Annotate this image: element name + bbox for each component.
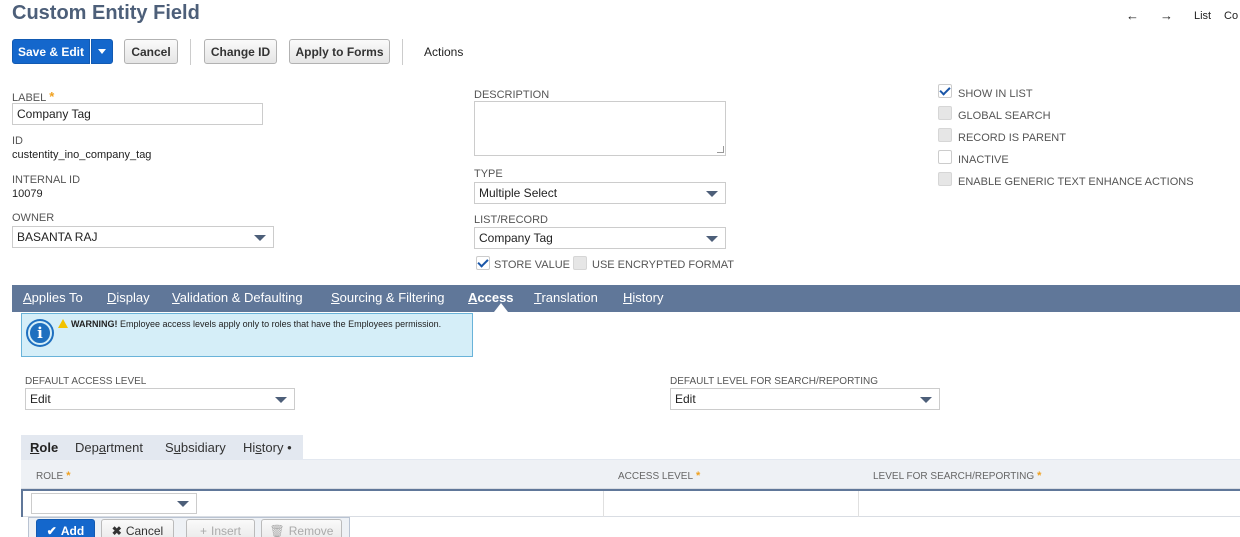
apply-to-forms-button[interactable]: Apply to Forms (289, 39, 390, 64)
warning-title: WARNING! (71, 319, 118, 329)
info-icon: i (28, 321, 52, 345)
tab-history[interactable]: History (623, 290, 663, 305)
type-value: Multiple Select (479, 186, 558, 200)
toolbar-separator (190, 39, 191, 65)
store-value-label: STORE VALUE (494, 259, 571, 271)
list-record-label: LIST/RECORD (474, 214, 548, 226)
label-field-label: LABEL * (12, 89, 55, 104)
id-value: custentity_ino_company_tag (12, 149, 152, 161)
toolbar-separator (402, 39, 403, 65)
access-subtab-bar: Role Department Subsidiary History • (21, 435, 1240, 460)
col-search-level-header: LEVEL FOR SEARCH/REPORTING * (873, 470, 1042, 482)
owner-value: BASANTA RAJ (17, 230, 98, 244)
back-arrow-icon[interactable]: ← (1126, 8, 1139, 23)
subtab-bar: Applies To Display Validation & Defaulti… (12, 285, 1240, 312)
insert-button[interactable]: + Insert (186, 519, 255, 537)
use-encrypted-checkbox[interactable] (573, 256, 587, 270)
tab-display[interactable]: Display (107, 290, 150, 305)
store-value-checkbox[interactable] (476, 256, 490, 270)
tab-sourcing-filtering[interactable]: Sourcing & Filtering (331, 290, 444, 305)
enable-generic-label: ENABLE GENERIC TEXT ENHANCE ACTIONS (958, 176, 1194, 188)
label-input[interactable]: Company Tag (12, 103, 263, 125)
tab-translation[interactable]: Translation (534, 290, 598, 305)
required-marker: * (49, 89, 55, 104)
description-label: DESCRIPTION (474, 89, 550, 101)
col-access-level-header: ACCESS LEVEL * (618, 470, 701, 482)
caret-down-icon (98, 49, 106, 54)
id-field-label: ID (12, 135, 23, 147)
save-menu-dropdown[interactable] (91, 39, 113, 64)
chevron-down-icon (177, 501, 189, 507)
remove-button[interactable]: 🗑 Remove (261, 519, 342, 537)
record-is-parent-checkbox[interactable] (938, 128, 952, 142)
col-role-header: ROLE * (36, 470, 71, 482)
global-search-checkbox[interactable] (938, 106, 952, 120)
search-link-clipped[interactable]: Co (1224, 10, 1238, 22)
warning-message: WARNING! Employee access levels apply on… (58, 318, 458, 330)
subtab-role[interactable]: Role (30, 440, 58, 455)
show-in-list-label: SHOW IN LIST (958, 88, 1033, 100)
owner-label: OWNER (12, 212, 55, 224)
chevron-down-icon (920, 397, 932, 403)
actions-menu[interactable]: Actions (424, 45, 463, 59)
active-tab-indicator (494, 303, 508, 312)
page-title: Custom Entity Field (12, 2, 200, 24)
add-button[interactable]: ✔ Add (36, 519, 95, 537)
cancel-row-button[interactable]: ✖ Cancel (101, 519, 174, 537)
show-in-list-checkbox[interactable] (938, 84, 952, 98)
tab-validation-defaulting[interactable]: Validation & Defaulting (172, 290, 303, 305)
tab-applies-to[interactable]: Applies To (23, 290, 83, 305)
check-icon: ✔ (46, 524, 57, 537)
close-icon: ✖ (111, 524, 122, 537)
record-is-parent-label: RECORD IS PARENT (958, 132, 1066, 144)
default-search-level-select[interactable]: Edit (670, 388, 940, 410)
internal-id-label: INTERNAL ID (12, 174, 81, 186)
warning-text: Employee access levels apply only to rol… (120, 319, 442, 329)
default-access-level-select[interactable]: Edit (25, 388, 295, 410)
row-edge (21, 491, 23, 517)
role-grid-header: ROLE * ACCESS LEVEL * LEVEL FOR SEARCH/REP… (21, 460, 1240, 489)
forward-arrow-icon[interactable]: → (1160, 8, 1173, 23)
default-access-level-label: DEFAULT ACCESS LEVEL (25, 376, 147, 387)
enable-generic-checkbox[interactable] (938, 172, 952, 186)
chevron-down-icon (706, 236, 718, 242)
inactive-checkbox[interactable] (938, 150, 952, 164)
inactive-label: INACTIVE (958, 154, 1009, 166)
change-id-button[interactable]: Change ID (204, 39, 277, 64)
use-encrypted-label: USE ENCRYPTED FORMAT (592, 259, 734, 271)
subtab-history[interactable]: History • (243, 440, 292, 455)
list-link[interactable]: List (1194, 10, 1211, 22)
internal-id-value: 10079 (12, 188, 43, 200)
resize-handle-icon[interactable] (717, 146, 724, 153)
col-divider (603, 491, 604, 517)
save-edit-button[interactable]: Save & Edit (12, 39, 90, 64)
list-record-select[interactable]: Company Tag (474, 227, 726, 249)
cancel-button[interactable]: Cancel (124, 39, 178, 64)
list-record-value: Company Tag (479, 231, 553, 245)
owner-select[interactable]: BASANTA RAJ (12, 226, 274, 248)
default-search-level-label: DEFAULT LEVEL FOR SEARCH/REPORTING (670, 376, 879, 387)
subtab-subsidiary[interactable]: Subsidiary (165, 440, 226, 455)
default-access-level-value: Edit (30, 392, 51, 406)
description-textarea[interactable] (474, 101, 726, 156)
subtab-bar-filler (303, 435, 1240, 460)
plus-icon: + (199, 524, 207, 537)
type-select[interactable]: Multiple Select (474, 182, 726, 204)
chevron-down-icon (706, 191, 718, 197)
warning-triangle-icon (58, 319, 68, 328)
col-divider (858, 491, 859, 517)
chevron-down-icon (275, 397, 287, 403)
chevron-down-icon (254, 235, 266, 241)
warning-alert: i WARNING! Employee access levels apply … (21, 313, 473, 357)
subtab-department[interactable]: Department (75, 440, 143, 455)
role-grid-edit-row (21, 489, 1240, 517)
role-select[interactable] (31, 493, 197, 514)
type-label: TYPE (474, 168, 503, 180)
global-search-label: GLOBAL SEARCH (958, 110, 1051, 122)
trash-icon: 🗑 (269, 524, 285, 537)
default-search-level-value: Edit (675, 392, 696, 406)
